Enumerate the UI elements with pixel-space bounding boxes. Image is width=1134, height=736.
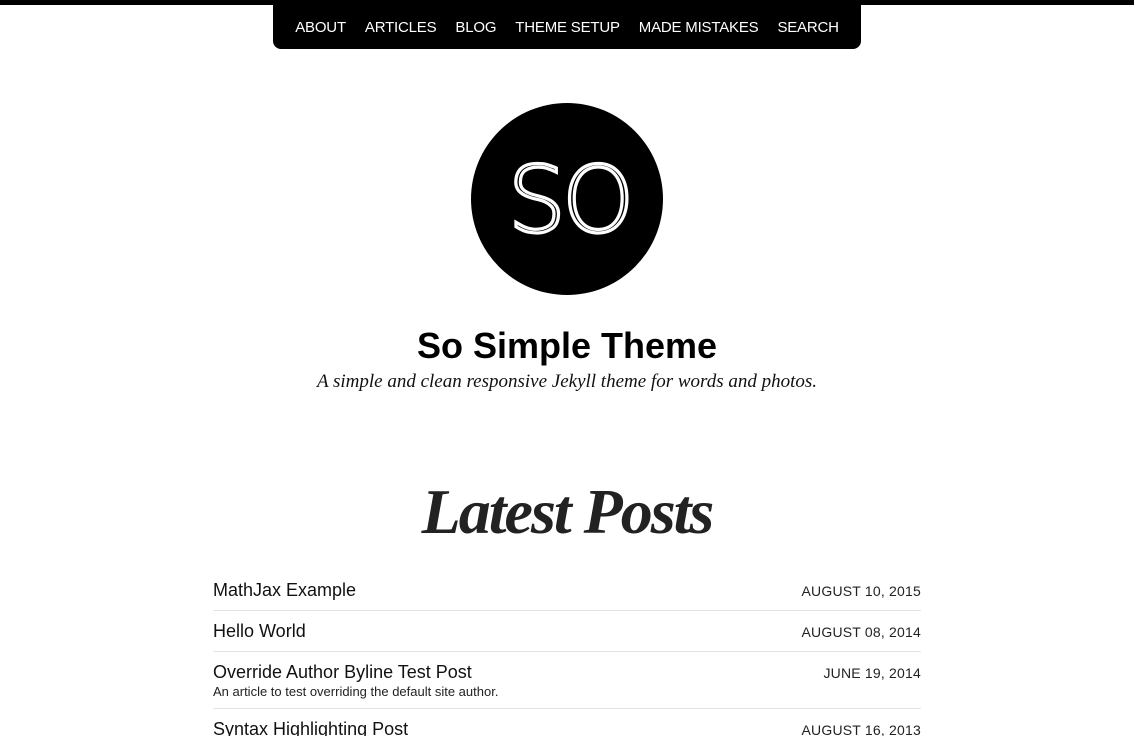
nav-item-search[interactable]: SEARCH [777, 12, 839, 38]
post-date: AUGUST 08, 2014 [801, 624, 921, 640]
nav-item-made-mistakes[interactable]: MADE MISTAKES [639, 12, 759, 38]
post-title-link[interactable]: Override Author Byline Test Post [213, 661, 921, 684]
nav-item-articles[interactable]: ARTICLES [365, 12, 437, 38]
post-item: Override Author Byline Test Post An arti… [213, 652, 921, 709]
post-list: MathJax Example AUGUST 10, 2015 Hello Wo… [213, 570, 921, 736]
site-logo[interactable]: SO [471, 103, 663, 295]
post-item: MathJax Example AUGUST 10, 2015 [213, 570, 921, 611]
post-excerpt: An article to test overriding the defaul… [213, 684, 499, 699]
post-date: AUGUST 10, 2015 [801, 583, 921, 599]
main-nav: ABOUT ARTICLES BLOG THEME SETUP MADE MIS… [273, 0, 861, 49]
nav-item-blog[interactable]: BLOG [455, 12, 496, 38]
latest-posts-heading: Latest Posts [421, 476, 715, 547]
logo-graphic: SO [506, 145, 636, 255]
post-date: AUGUST 16, 2013 [801, 722, 921, 736]
post-date: JUNE 19, 2014 [823, 665, 921, 681]
post-item: Hello World AUGUST 08, 2014 [213, 611, 921, 652]
post-item: Syntax Highlighting Post AUGUST 16, 2013 [213, 709, 921, 736]
logo-text: SO [508, 147, 631, 254]
nav-item-theme-setup[interactable]: THEME SETUP [515, 12, 620, 38]
site-description: A simple and clean responsive Jekyll the… [316, 371, 818, 392]
site-title[interactable]: So Simple Theme [0, 323, 1134, 369]
nav-item-about[interactable]: ABOUT [295, 12, 346, 38]
